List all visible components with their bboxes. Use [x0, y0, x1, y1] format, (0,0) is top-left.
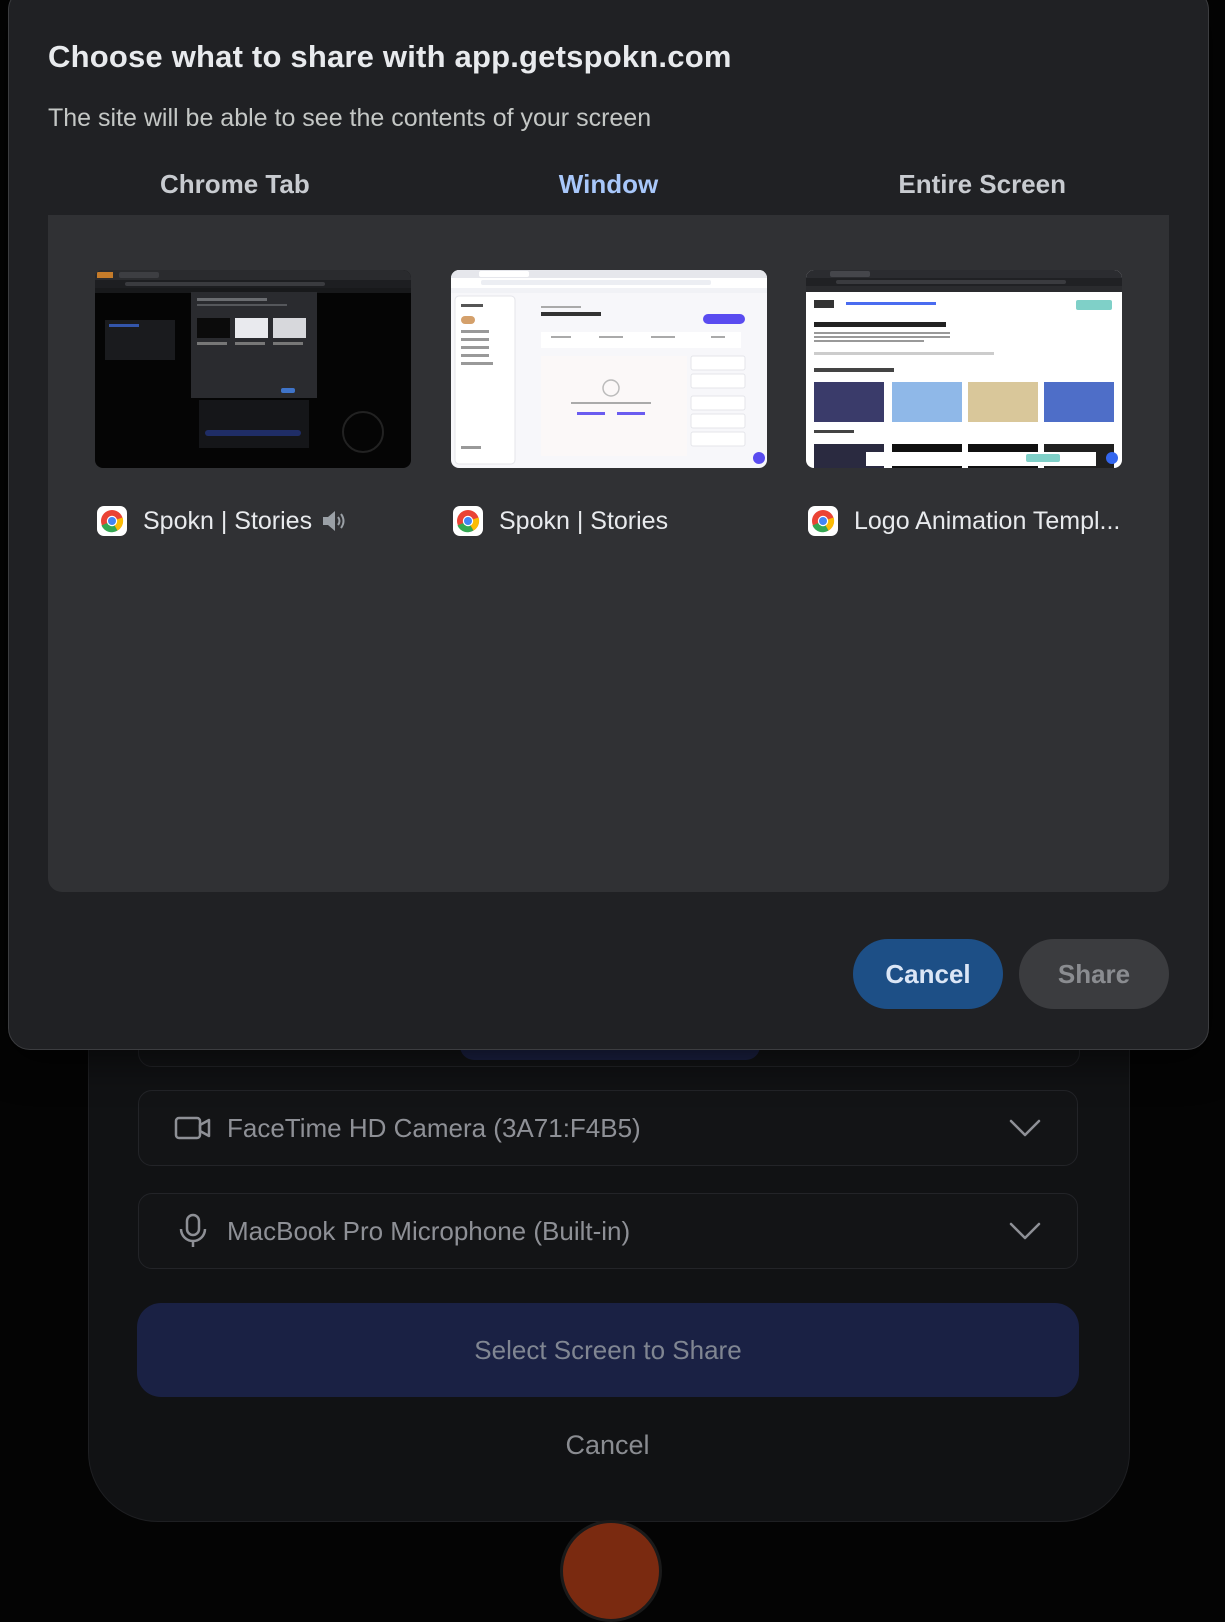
source-item[interactable]: Spokn | Stories	[451, 270, 769, 536]
chrome-icon	[453, 506, 483, 536]
dialog-title: Choose what to share with app.getspokn.c…	[48, 39, 732, 74]
window-thumbnail	[451, 270, 767, 468]
select-screen-button[interactable]: Select Screen to Share	[137, 1303, 1079, 1397]
share-button[interactable]: Share	[1019, 939, 1169, 1009]
tab-window[interactable]: Window	[421, 151, 796, 219]
share-dialog: Choose what to share with app.getspokn.c…	[8, 0, 1209, 1050]
microphone-select[interactable]: MacBook Pro Microphone (Built-in)	[138, 1193, 1078, 1269]
record-button[interactable]	[560, 1520, 662, 1622]
window-thumbnail	[806, 270, 1122, 468]
share-type-tabs: Chrome Tab Window Entire Screen	[48, 151, 1169, 219]
source-title: Spokn | Stories	[143, 506, 313, 535]
dialog-subtitle: The site will be able to see the content…	[48, 104, 652, 132]
tab-entire-screen[interactable]: Entire Screen	[795, 151, 1169, 217]
chevron-down-icon	[1007, 1213, 1043, 1249]
video-camera-icon	[173, 1108, 213, 1148]
source-label: Logo Animation Templ...	[806, 506, 1124, 536]
speaker-icon	[323, 511, 345, 531]
source-item[interactable]: Logo Animation Templ...	[806, 270, 1124, 536]
microphone-icon	[173, 1211, 213, 1251]
source-title: Spokn | Stories	[499, 506, 669, 535]
camera-select[interactable]: FaceTime HD Camera (3A71:F4B5)	[138, 1090, 1078, 1166]
tab-chrome-tab[interactable]: Chrome Tab	[48, 151, 422, 217]
chrome-icon	[97, 506, 127, 536]
source-item[interactable]: Spokn | Stories	[95, 270, 413, 536]
cancel-button[interactable]: Cancel	[853, 939, 1003, 1009]
source-title: Logo Animation Templ...	[854, 506, 1121, 535]
microphone-select-value: MacBook Pro Microphone (Built-in)	[227, 1215, 631, 1246]
chrome-icon	[808, 506, 838, 536]
source-label: Spokn | Stories	[451, 506, 769, 536]
window-thumbnail	[95, 270, 411, 468]
camera-select-value: FaceTime HD Camera (3A71:F4B5)	[227, 1112, 641, 1143]
chevron-down-icon	[1007, 1110, 1043, 1146]
source-label: Spokn | Stories	[95, 506, 413, 536]
source-list-panel: Spokn | Stories Spokn | Stories Logo Ani…	[48, 215, 1169, 892]
background-cancel-link[interactable]: Cancel	[0, 1430, 1215, 1461]
